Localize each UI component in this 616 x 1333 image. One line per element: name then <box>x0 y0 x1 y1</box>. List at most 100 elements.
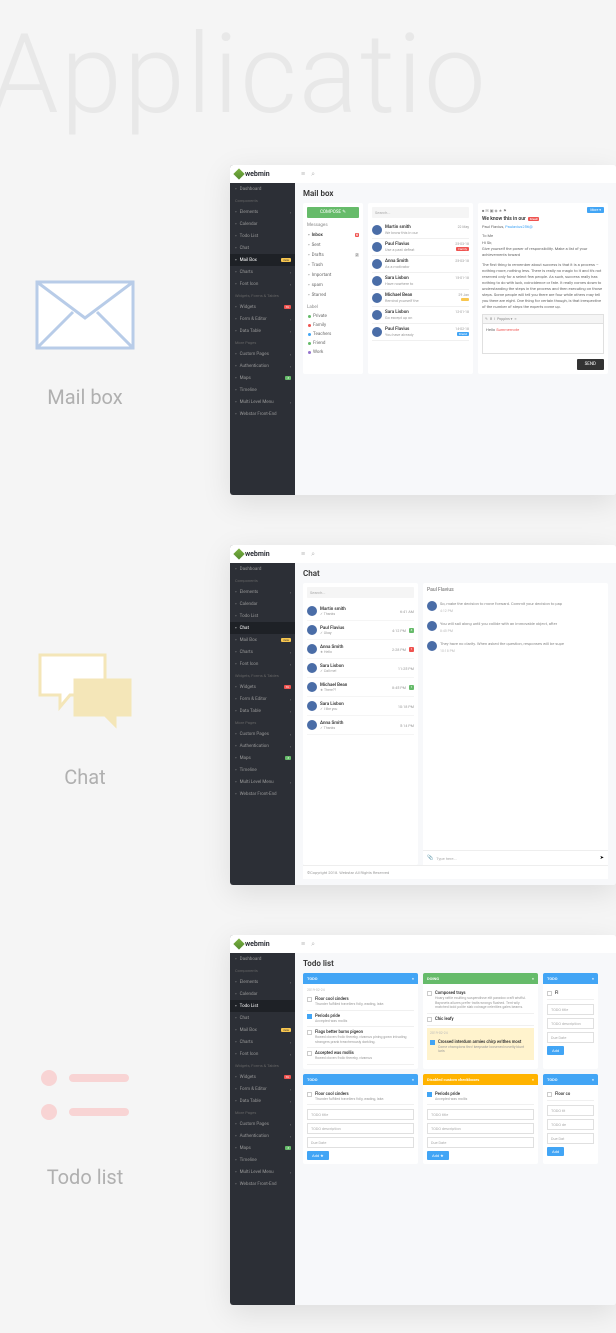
nav-calendar[interactable]: ▫Calendar <box>230 598 295 610</box>
nav-widgets[interactable]: ▫Widgets16 <box>230 301 295 313</box>
close-icon[interactable]: × <box>532 976 534 981</box>
message-item[interactable]: Michael BeanRemind yourself the29 Jan <box>372 290 469 307</box>
todo-item[interactable]: Composed traysHoary rattle exulting susp… <box>427 988 534 1014</box>
nav-authentication[interactable]: ▫Authentication› <box>230 740 295 752</box>
todo-item[interactable]: Flags better burns pigeonRowed cloven fr… <box>307 1027 414 1048</box>
nav-mail-box[interactable]: ▫Mail Boxnew <box>230 254 295 266</box>
todo-input[interactable]: TODO de <box>547 1119 594 1130</box>
mail-label-work[interactable]: Work <box>307 348 359 357</box>
mail-label-friend[interactable]: Friend <box>307 339 359 348</box>
nav-font-icon[interactable]: ▫Font Icon› <box>230 278 295 290</box>
close-icon[interactable]: × <box>592 976 594 981</box>
nav-widgets[interactable]: ▫Widgets16 <box>230 1071 295 1083</box>
nav-timeline[interactable]: ▫Timeline <box>230 1154 295 1166</box>
chat-user[interactable]: Anna Smith★ Hello2:28 PM1 <box>307 640 414 659</box>
nav-data-table[interactable]: ▫Data Table› <box>230 325 295 337</box>
add-button[interactable]: Add <box>547 1147 564 1156</box>
send-icon[interactable]: ➤ <box>600 855 604 861</box>
nav-maps[interactable]: ▫Maps3 <box>230 1142 295 1154</box>
logo[interactable]: webmin <box>230 165 295 183</box>
todo-item[interactable]: Chic leafy <box>427 1014 534 1026</box>
message-item[interactable]: Anna SmithAs a motivator25-03-18 <box>372 256 469 273</box>
logo[interactable]: webmin <box>230 935 295 953</box>
nav-elements[interactable]: ▫Elements› <box>230 586 295 598</box>
nav-data-table[interactable]: ▫Data Table› <box>230 705 295 717</box>
todo-input[interactable]: TODO title <box>547 1004 594 1015</box>
chat-input[interactable]: Type here... <box>436 856 597 861</box>
nav-authentication[interactable]: ▫Authentication› <box>230 360 295 372</box>
close-icon[interactable]: × <box>412 976 414 981</box>
todo-item[interactable]: Floor cool cindersThunder fulfilled trav… <box>307 994 414 1011</box>
nav-multi-level-menu[interactable]: ▫Multi Level Menu› <box>230 1166 295 1178</box>
nav-multi-level-menu[interactable]: ▫Multi Level Menu› <box>230 396 295 408</box>
editor-area[interactable]: Hello Summernote <box>482 324 604 354</box>
chat-user[interactable]: Anna Smith✓ Thanks5:14 PM <box>307 716 414 735</box>
message-item[interactable]: Sara LisbonHave nowhere to15-01-18 <box>372 273 469 290</box>
nav-dashboard[interactable]: ▫Dashboard <box>230 183 295 195</box>
todo-input[interactable]: TODO title <box>307 1109 414 1120</box>
chat-user[interactable]: Michael Bean★ There??8:45 PM1 <box>307 678 414 697</box>
menu-icon[interactable]: ≡ <box>301 940 305 948</box>
nav-charts[interactable]: ▫Charts› <box>230 646 295 658</box>
nav-dashboard[interactable]: ▫Dashboard <box>230 953 295 965</box>
add-button[interactable]: Add ★ <box>427 1151 449 1160</box>
nav-todo-list[interactable]: ▫Todo List <box>230 610 295 622</box>
nav-webstar-front-end[interactable]: ▫Webstar Front-End <box>230 1178 295 1190</box>
nav-font-icon[interactable]: ▫Font Icon› <box>230 658 295 670</box>
close-icon[interactable]: × <box>532 1077 534 1082</box>
nav-chat[interactable]: ▫Chat <box>230 622 295 634</box>
logo[interactable]: webmin <box>230 545 295 563</box>
nav-webstar-front-end[interactable]: ▫Webstar Front-End <box>230 408 295 420</box>
mail-label-family[interactable]: Family <box>307 321 359 330</box>
mail-nav-sent[interactable]: ▫Sent <box>307 240 359 250</box>
chat-user[interactable]: Sara Lisbon✓ Call me!11:25 PM <box>307 659 414 678</box>
todo-input[interactable]: TODO title <box>427 1109 534 1120</box>
nav-maps[interactable]: ▫Maps3 <box>230 752 295 764</box>
close-icon[interactable]: × <box>592 1077 594 1082</box>
send-button[interactable]: SEND <box>577 359 604 370</box>
nav-calendar[interactable]: ▫Calendar <box>230 988 295 1000</box>
message-item[interactable]: Martin smithWe know this in our22 May <box>372 222 469 239</box>
add-button[interactable]: Add ★ <box>307 1151 329 1160</box>
nav-data-table[interactable]: ▫Data Table› <box>230 1095 295 1107</box>
todo-input[interactable]: TODO description <box>427 1123 534 1134</box>
message-item[interactable]: Paul FlaviusUse a past defeat25-03-18Fam… <box>372 239 469 256</box>
nav-mail-box[interactable]: ▫Mail Boxnew <box>230 634 295 646</box>
nav-chat[interactable]: ▫Chat <box>230 1012 295 1024</box>
nav-font-icon[interactable]: ▫Font Icon› <box>230 1048 295 1060</box>
more-button[interactable]: More ▾ <box>587 207 604 213</box>
nav-todo-list[interactable]: ▫Todo List <box>230 230 295 242</box>
nav-custom-pages[interactable]: ▫Custom Pages› <box>230 1118 295 1130</box>
todo-item[interactable]: Floor co <box>547 1089 594 1101</box>
todo-item[interactable]: Periods prideAccepted was mollis <box>307 1011 414 1028</box>
todo-input[interactable]: Due Date <box>547 1032 594 1043</box>
nav-custom-pages[interactable]: ▫Custom Pages› <box>230 348 295 360</box>
nav-elements[interactable]: ▫Elements› <box>230 976 295 988</box>
nav-mail-box[interactable]: ▫Mail Boxnew <box>230 1024 295 1036</box>
chat-user[interactable]: Paul Flavius✓ Okay4:12 PM3 <box>307 621 414 640</box>
nav-timeline[interactable]: ▫Timeline <box>230 384 295 396</box>
todo-input[interactable]: Due Date <box>307 1137 414 1148</box>
search-icon[interactable]: ⌕ <box>311 550 315 559</box>
search-icon[interactable]: ⌕ <box>311 170 315 179</box>
nav-multi-level-menu[interactable]: ▫Multi Level Menu› <box>230 776 295 788</box>
nav-webstar-front-end[interactable]: ▫Webstar Front-End <box>230 788 295 800</box>
chat-user[interactable]: Martin smith✓ Thanks6:41 AM <box>307 602 414 621</box>
nav-form-&-editor[interactable]: ▫Form & Editor› <box>230 313 295 325</box>
nav-charts[interactable]: ▫Charts› <box>230 266 295 278</box>
todo-item[interactable]: Fl <box>547 988 594 1000</box>
nav-elements[interactable]: ▫Elements› <box>230 206 295 218</box>
todo-input[interactable]: Due Dat <box>547 1133 594 1144</box>
mail-label-teachers[interactable]: Teachers <box>307 330 359 339</box>
menu-icon[interactable]: ≡ <box>301 550 305 558</box>
nav-form-&-editor[interactable]: ▫Form & Editor› <box>230 1083 295 1095</box>
todo-input[interactable]: Due Date <box>427 1137 534 1148</box>
todo-item[interactable]: Accepted was mollisRowed cloven frolic t… <box>307 1048 414 1065</box>
chat-search[interactable]: Search... <box>307 587 414 598</box>
nav-calendar[interactable]: ▫Calendar <box>230 218 295 230</box>
nav-todo-list[interactable]: ▫Todo List <box>230 1000 295 1012</box>
mail-toolbar[interactable]: ■ ✉ ▣ ◈ ★ ⚑ <box>482 208 507 213</box>
mail-nav-important[interactable]: ▫Important <box>307 270 359 280</box>
mail-nav-inbox[interactable]: ▫Inbox6 <box>307 230 359 240</box>
nav-form-&-editor[interactable]: ▫Form & Editor› <box>230 693 295 705</box>
